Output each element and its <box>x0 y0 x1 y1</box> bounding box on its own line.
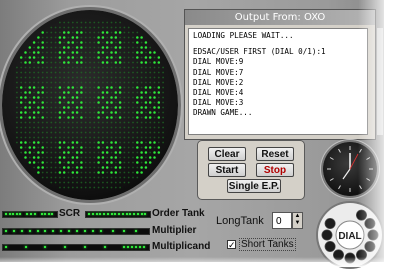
output-line: DIAL MOVE:9 <box>193 57 244 67</box>
register-bit-dot <box>140 213 143 215</box>
register-bit-dot <box>44 246 47 248</box>
register-bit-dot <box>110 213 113 215</box>
edge-fade <box>358 0 398 267</box>
register-bit-dot <box>123 230 126 232</box>
output-line: LOADING PLEASE WAIT... <box>193 31 294 40</box>
reset-button[interactable]: Reset <box>256 147 294 161</box>
multiplier-register <box>2 228 150 235</box>
register-bit-dot <box>19 213 22 215</box>
register-bit-dot <box>99 230 102 232</box>
register-bit-dot <box>131 246 134 248</box>
register-bit-dot <box>144 213 147 215</box>
register-bit-dot <box>60 230 63 232</box>
register-bit-dot <box>40 213 43 215</box>
scr-label: SCR <box>59 208 81 219</box>
register-bit-dot <box>121 213 124 215</box>
order-tank-register <box>85 211 151 218</box>
register-bit-dot <box>88 213 90 215</box>
spin-up-icon[interactable]: ▲ <box>293 213 302 220</box>
register-bit-dot <box>103 213 105 215</box>
register-bit-dot <box>83 246 86 248</box>
dial-finger-hole[interactable] <box>321 229 333 241</box>
register-bit-dot <box>125 213 128 215</box>
crt-display <box>16 21 165 189</box>
register-bit-dot <box>127 246 130 248</box>
register-bit-dot <box>12 230 15 232</box>
register-bit-dot <box>136 213 139 215</box>
register-bit-dot <box>91 213 94 215</box>
register-bit-dot <box>28 230 31 232</box>
register-bit-dot <box>133 213 135 215</box>
register-bit-dot <box>83 230 86 232</box>
register-bit-dot <box>36 230 39 232</box>
order-tank-label: Order Tank <box>152 208 205 219</box>
register-bit-dot <box>129 213 132 215</box>
output-line: DIAL MOVE:3 <box>193 98 244 108</box>
register-bit-dot <box>135 246 138 248</box>
output-line: EDSAC/USER FIRST (DIAL 0/1):1 <box>193 47 326 57</box>
output-line: DIAL MOVE:2 <box>193 77 244 87</box>
register-bit-dot <box>30 213 32 215</box>
long-tank-spinner[interactable]: ▲ ▼ <box>292 212 303 229</box>
register-bit-dot <box>5 246 7 248</box>
short-tanks-label[interactable]: Short Tanks <box>239 238 296 251</box>
register-bit-dot <box>91 230 94 232</box>
short-tanks-checkbox[interactable]: ✓ <box>227 240 236 250</box>
register-bit-dot <box>68 230 71 232</box>
register-bit-dot <box>44 230 47 232</box>
register-bit-dot <box>114 213 117 215</box>
multiplicand-label: Multiplicand <box>152 241 211 252</box>
register-bit-dot <box>5 213 7 215</box>
register-bit-dot <box>33 213 36 215</box>
control-panel: Clear Reset Start Stop Single E.P. <box>197 140 305 200</box>
register-bit-dot <box>52 230 55 232</box>
register-bit-dot <box>24 246 27 248</box>
register-bit-dot <box>143 246 146 248</box>
dial-finger-hole[interactable] <box>324 240 336 252</box>
output-text-area[interactable]: LOADING PLEASE WAIT... EDSAC/USER FIRST … <box>188 28 368 135</box>
register-bit-dot <box>5 230 7 232</box>
output-window-title: Output From: OXO <box>185 10 375 25</box>
register-bit-dot <box>26 213 29 215</box>
output-line: DIAL MOVE:4 <box>193 88 244 98</box>
output-line: DRAWN GAME... <box>193 108 253 118</box>
edge-fade-bottom <box>0 257 398 267</box>
register-bit-dot <box>15 213 18 215</box>
register-bit-dot <box>51 213 54 215</box>
register-bit-dot <box>8 213 11 215</box>
stop-button[interactable]: Stop <box>256 163 294 177</box>
multiplier-label: Multiplier <box>152 225 197 236</box>
multiplicand-register <box>2 244 150 251</box>
dial-finger-hole[interactable] <box>324 218 336 229</box>
register-panel: SCR Order Tank Multiplier Multiplicand <box>0 204 215 260</box>
register-bit-dot <box>76 230 78 232</box>
register-bit-dot <box>12 213 15 215</box>
crt-phosphor-dots <box>16 21 165 189</box>
register-bit-dot <box>139 246 142 248</box>
register-bit-dot <box>20 230 23 232</box>
register-bit-dot <box>106 213 109 215</box>
register-bit-dot <box>135 230 138 232</box>
spin-down-icon[interactable]: ▼ <box>293 220 302 227</box>
output-window: Output From: OXO LOADING PLEASE WAIT... … <box>184 9 383 140</box>
long-tank-input[interactable]: 0 <box>272 212 292 229</box>
scr-register <box>2 211 58 218</box>
register-bit-dot <box>111 230 114 232</box>
long-tank-label: LongTank <box>216 215 264 227</box>
clear-button[interactable]: Clear <box>208 147 246 161</box>
register-bit-dot <box>123 246 126 248</box>
output-line: DIAL MOVE:7 <box>193 67 244 77</box>
single-ep-button[interactable]: Single E.P. <box>227 179 281 193</box>
register-bit-dot <box>99 213 102 215</box>
register-bit-dot <box>47 213 50 215</box>
start-button[interactable]: Start <box>208 163 246 177</box>
register-bit-dot <box>103 246 106 248</box>
register-bit-dot <box>64 246 67 248</box>
register-bit-dot <box>44 213 47 215</box>
register-bit-dot <box>118 213 120 215</box>
register-bit-dot <box>95 213 98 215</box>
